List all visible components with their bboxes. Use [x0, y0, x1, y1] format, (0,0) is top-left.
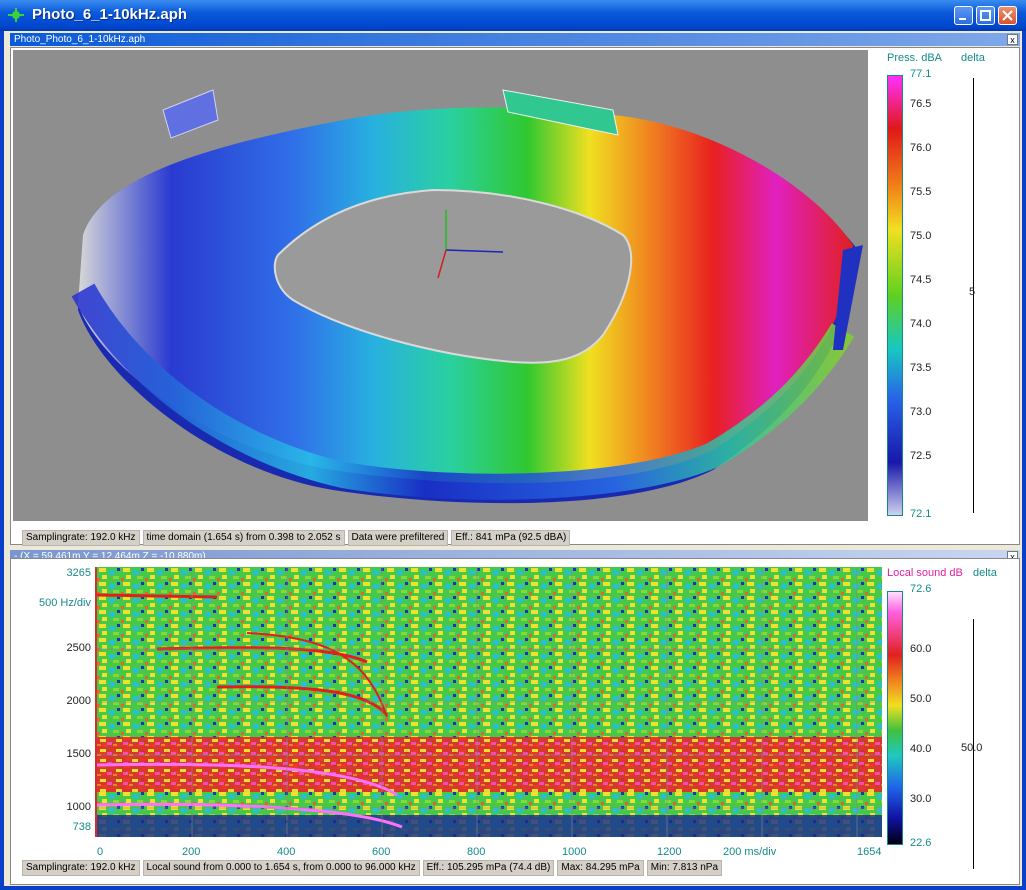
minimize-icon [959, 18, 966, 20]
local-sound-tick: 50.0 [910, 693, 932, 705]
local-sound-tick: 72.6 [910, 583, 932, 595]
local-sound-tick: 40.0 [910, 743, 932, 755]
spectrogram-x-tick: 400 [277, 846, 296, 858]
minimize-button[interactable] [954, 6, 973, 25]
local-sound-delta-value: 50.0 [961, 742, 983, 754]
close-button[interactable] [998, 6, 1017, 25]
pressure-tick: 77.1 [910, 68, 932, 80]
pressure-legend-delta-label: delta [961, 52, 985, 64]
stadium-3d-view[interactable] [13, 50, 868, 521]
maximize-icon [980, 10, 991, 21]
top-pane-close-icon[interactable]: x [1007, 34, 1018, 45]
spectrogram-x-tick: 200 [182, 846, 201, 858]
local-sound-legend-delta-label: delta [973, 567, 997, 579]
spectrogram-x-tick: 800 [467, 846, 486, 858]
top-status-bar: Samplingrate: 192.0 kHz time domain (1.65… [22, 530, 573, 546]
status-samplingrate-2: Samplingrate: 192.0 kHz [22, 860, 140, 876]
pressure-colorbar [887, 75, 903, 516]
maximize-button[interactable] [976, 6, 995, 25]
close-icon [1002, 10, 1013, 21]
pressure-tick: 72.5 [910, 450, 932, 462]
status-local-sound: Local sound from 0.000 to 1.654 s, from … [142, 860, 420, 876]
spectrogram-y-tick-2500: 2500 [66, 642, 91, 654]
spectrogram-x-tick: 0 [97, 846, 104, 858]
local-sound-legend-label: Local sound dB [887, 567, 963, 579]
window-frame: Photo_Photo_6_1-10kHz.aph x Press. dBA d… [0, 31, 1026, 890]
top-pane-title: Photo_Photo_6_1-10kHz.aph x [10, 33, 1020, 46]
pressure-tick: 76.0 [910, 142, 932, 154]
stadium-model [71, 89, 863, 504]
local-sound-tick: 30.0 [910, 793, 932, 805]
status-max: Max: 84.295 mPa [557, 860, 644, 876]
pressure-tick: 74.5 [910, 274, 932, 286]
local-sound-tick: 60.0 [910, 643, 932, 655]
spectrogram-y-div: 500 Hz/div [39, 597, 91, 609]
pressure-tick: 74.0 [910, 318, 932, 330]
spectrogram-y-tick-1000: 1000 [66, 801, 91, 813]
spectrogram-y-tick-2000: 2000 [66, 695, 91, 707]
app-icon [8, 8, 24, 22]
pressure-tick: 75.0 [910, 230, 932, 242]
window-title: Photo_6_1-10kHz.aph [32, 6, 188, 23]
status-samplingrate: Samplingrate: 192.0 kHz [22, 530, 140, 546]
spectrogram-x-tick: 1200 [657, 846, 682, 858]
status-eff-2: Eff.: 105.295 mPa (74.4 dB) [422, 860, 555, 876]
pressure-tick: 76.5 [910, 98, 932, 110]
spectrogram-y-tick-1500: 1500 [66, 748, 91, 760]
local-sound-tick: 22.6 [910, 837, 932, 849]
acoustic-map-pane: Press. dBA delta 77.1 76.5 76.0 75.5 75.0 74.… [10, 47, 1020, 545]
spectrogram-x-tick: 1654 [857, 846, 882, 858]
status-min: Min: 7.813 nPa [646, 860, 722, 876]
client-area: Photo_Photo_6_1-10kHz.aph x Press. dBA d… [4, 31, 1022, 886]
top-pane-title-text: Photo_Photo_6_1-10kHz.aph [14, 34, 146, 45]
spectrogram-image [97, 567, 882, 837]
spectrogram-y-bottom: 738 [72, 821, 91, 833]
spectrogram-pane: 3265 500 Hz/div 2500 2000 1500 1000 738 [10, 558, 1020, 885]
pressure-legend-label: Press. dBA [887, 52, 943, 64]
spectrogram-x-tick: 1000 [562, 846, 587, 858]
status-prefiltered: Data were prefiltered [347, 530, 449, 546]
status-eff: Eff.: 841 mPa (92.5 dBA) [451, 530, 571, 546]
pressure-tick: 73.5 [910, 362, 932, 374]
pressure-tick: 75.5 [910, 186, 932, 198]
status-time-domain: time domain (1.654 s) from 0.398 to 2.05… [142, 530, 345, 546]
spectrogram[interactable] [97, 567, 882, 837]
local-sound-colorbar [887, 591, 903, 845]
spectrogram-x-tick: 600 [372, 846, 391, 858]
pressure-tick: 73.0 [910, 406, 932, 418]
pressure-tick: 72.1 [910, 508, 932, 520]
pressure-delta-value: 5 [969, 286, 976, 298]
spectrogram-x-tick: 200 ms/div [723, 846, 777, 858]
window-titlebar: Photo_6_1-10kHz.aph [0, 0, 1026, 31]
bottom-status-bar: Samplingrate: 192.0 kHz Local sound from … [22, 860, 725, 876]
spectrogram-y-top: 3265 [66, 567, 91, 579]
